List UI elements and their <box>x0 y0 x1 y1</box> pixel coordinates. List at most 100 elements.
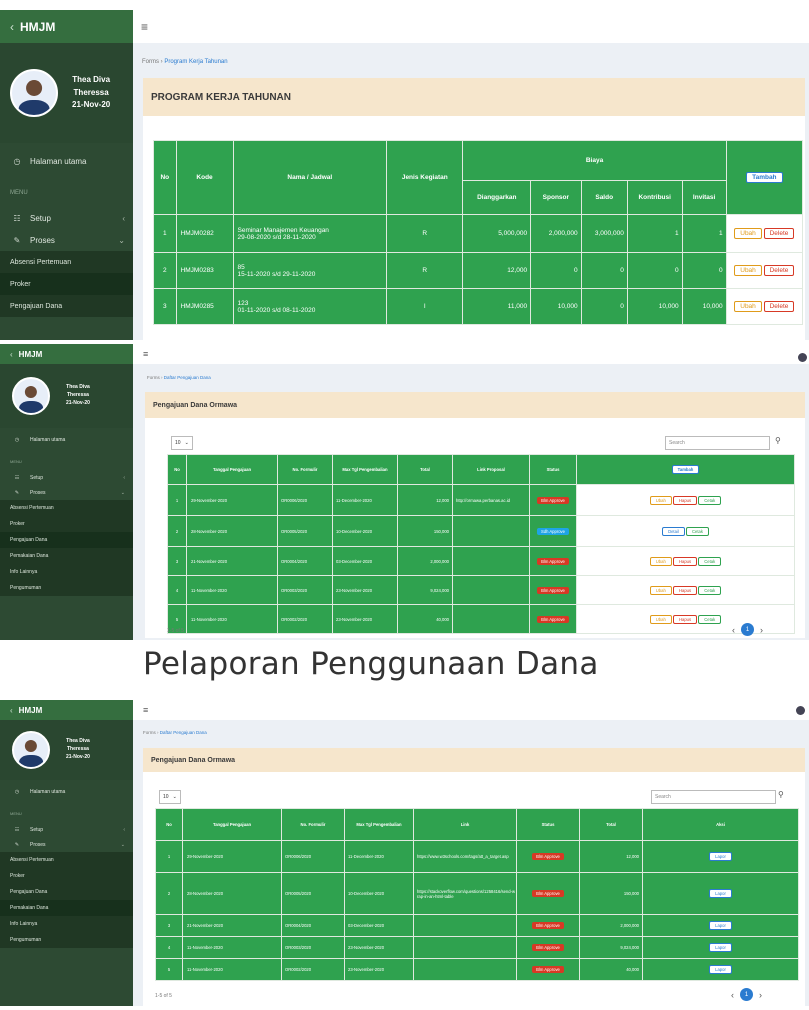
table-row: 3 21-November-2020 OR0004/2020 03-Decemb… <box>155 914 799 937</box>
status-badge: Blm Approve <box>537 496 569 504</box>
sidebar-subitem-absensi[interactable]: Absensi Pertemuan <box>0 251 133 273</box>
search-input[interactable]: Search <box>651 790 776 804</box>
sidebar-subitem-pengumuman[interactable]: Pengumuman <box>0 932 133 948</box>
cetak-button[interactable]: Cetak <box>698 585 722 595</box>
hamburger-icon[interactable]: ≡ <box>143 349 148 359</box>
delete-button[interactable]: Delete <box>763 228 795 239</box>
sidebar-subitem-proker[interactable]: Proker <box>0 273 133 295</box>
screen2-footer-info: 1-5 of 5 <box>167 628 184 634</box>
avatar <box>10 69 58 117</box>
cetak-button[interactable]: Cetak <box>698 495 722 505</box>
sidebar-subitem-info[interactable]: Info Lainnya <box>0 564 133 580</box>
sidebar-subitem-pengajuan[interactable]: Pengajuan Dana <box>0 884 133 900</box>
brand-name: HMJM <box>20 19 56 34</box>
ubah-button[interactable]: Ubah <box>649 556 672 566</box>
pagination: ‹ 1 › <box>731 988 762 1001</box>
search-icon[interactable]: ⚲ <box>775 436 781 445</box>
chevron-left-icon[interactable]: ‹ <box>731 990 734 1000</box>
ubah-button[interactable]: Ubah <box>649 495 672 505</box>
sidebar-subitem-absensi[interactable]: Absensi Pertemuan <box>0 500 133 516</box>
tambah-button[interactable]: Tambah <box>671 465 700 474</box>
sidebar-item-halaman-utama[interactable]: ◷ Halaman utama <box>0 428 133 452</box>
breadcrumb: Forms › Program Kerja Tahunan <box>142 59 228 65</box>
page-button[interactable]: 1 <box>740 988 753 1001</box>
page-button[interactable]: 1 <box>741 623 754 636</box>
hapus-button[interactable]: Hapus <box>672 495 698 505</box>
breadcrumb-current: Program Kerja Tahunan <box>164 59 228 65</box>
search-icon[interactable]: ⚲ <box>778 790 784 799</box>
ubah-button[interactable]: Ubah <box>734 301 762 312</box>
hapus-button[interactable]: Hapus <box>672 585 698 595</box>
lapor-button[interactable]: Lapor <box>709 965 732 974</box>
sidebar-item-setup[interactable]: ☷ Setup ‹ <box>0 207 133 229</box>
brand-bar[interactable]: ‹ HMJM <box>0 10 133 43</box>
report-link[interactable]: https://www.w3schools.com/tags/att_a_tar… <box>413 840 517 873</box>
cetak-button[interactable]: Cetak <box>698 556 722 566</box>
proposal-link[interactable]: http://ormawa.perbanas.ac.id <box>452 484 530 516</box>
sidebar-subitem-pemakaian[interactable]: Pemakaian Dana <box>0 548 133 564</box>
chevron-down-icon: ⌄ <box>120 841 125 848</box>
tambah-button[interactable]: Tambah <box>746 172 783 183</box>
chevron-left-icon[interactable]: ‹ <box>732 625 735 635</box>
sidebar-item-setup[interactable]: ☷ Setup ‹ <box>0 822 133 837</box>
ubah-button[interactable]: Ubah <box>734 228 762 239</box>
user-menu-icon[interactable] <box>796 706 805 715</box>
sliders-icon: ☷ <box>14 474 20 481</box>
col-header-total: Total <box>397 454 453 485</box>
detail-button[interactable]: Detail <box>662 526 685 536</box>
table-row: 2 28-November-2020 OR0005/2020 10-Decemb… <box>155 872 799 915</box>
page-size-select[interactable]: 10 ⌄ <box>171 436 193 450</box>
user-date: 21-Nov-20 <box>66 753 90 760</box>
search-input[interactable]: Search <box>665 436 770 450</box>
avatar <box>12 377 50 415</box>
page-size-select[interactable]: 10 ⌄ <box>159 790 181 804</box>
hamburger-icon[interactable]: ≡ <box>141 20 148 34</box>
hapus-button[interactable]: Hapus <box>672 556 698 566</box>
sidebar-subitem-pengumuman[interactable]: Pengumuman <box>0 580 133 596</box>
sidebar-item-proses[interactable]: ✎ Proses ⌄ <box>0 229 133 251</box>
hapus-button[interactable]: Hapus <box>672 614 698 624</box>
table-info: 1-5 of 5 <box>155 993 172 999</box>
chevron-right-icon[interactable]: › <box>759 990 762 1000</box>
report-link[interactable]: https://stackoverflow.com/questions/1258… <box>413 872 517 915</box>
cetak-button[interactable]: Cetak <box>685 526 709 536</box>
lapor-button[interactable]: Lapor <box>709 943 732 952</box>
sidebar-item-proses[interactable]: ✎ Proses ⌄ <box>0 837 133 852</box>
edit-icon: ✎ <box>14 841 20 848</box>
col-header-sponsor: Sponsor <box>530 180 582 215</box>
sidebar-subitem-pengajuan[interactable]: Pengajuan Dana <box>0 295 133 317</box>
chevron-right-icon[interactable]: › <box>760 625 763 635</box>
lapor-button[interactable]: Lapor <box>709 852 732 861</box>
hamburger-icon[interactable]: ≡ <box>143 705 148 715</box>
sidebar-subitem-proker[interactable]: Proker <box>0 516 133 532</box>
sidebar-subitem-pengajuan[interactable]: Pengajuan Dana <box>0 532 133 548</box>
sliders-icon: ☷ <box>14 826 20 833</box>
breadcrumb-home[interactable]: Forms <box>143 730 156 735</box>
ubah-button[interactable]: Ubah <box>649 585 672 595</box>
user-menu-icon[interactable] <box>798 353 807 362</box>
sidebar-item-halaman-utama[interactable]: ◷ Halaman utama <box>0 780 133 804</box>
ubah-button[interactable]: Ubah <box>649 614 672 624</box>
chevron-down-icon: ⌄ <box>120 489 125 496</box>
user-date: 21-Nov-20 <box>66 399 90 406</box>
sidebar-subitem-proker[interactable]: Proker <box>0 868 133 884</box>
brand-bar[interactable]: ‹ HMJM <box>0 344 133 364</box>
sidebar-item-setup[interactable]: ☷ Setup ‹ <box>0 470 133 485</box>
lapor-button[interactable]: Lapor <box>709 921 732 930</box>
brand-bar[interactable]: ‹ HMJM <box>0 700 133 720</box>
delete-button[interactable]: Delete <box>763 301 795 312</box>
lapor-button[interactable]: Lapor <box>709 889 732 898</box>
breadcrumb-home[interactable]: Forms <box>147 375 160 380</box>
sidebar-item-halaman-utama[interactable]: ◷ Halaman utama <box>0 143 133 179</box>
status-badge: Blm Approve <box>532 922 564 929</box>
breadcrumb: Forms › Daftar Pengajuan Dana <box>143 730 207 735</box>
cetak-button[interactable]: Cetak <box>698 614 722 624</box>
sidebar-subitem-info[interactable]: Info Lainnya <box>0 916 133 932</box>
delete-button[interactable]: Delete <box>763 265 795 276</box>
ubah-button[interactable]: Ubah <box>734 265 762 276</box>
breadcrumb-home[interactable]: Forms <box>142 59 159 65</box>
sidebar-subitem-pemakaian[interactable]: Pemakaian Dana <box>0 900 133 916</box>
sidebar-subitem-absensi[interactable]: Absensi Pertemuan <box>0 852 133 868</box>
screen-program-kerja: ‹ HMJM Thea Diva Theressa 21-Nov-20 ◷ Ha… <box>0 10 809 340</box>
sidebar-item-proses[interactable]: ✎ Proses ⌄ <box>0 485 133 500</box>
